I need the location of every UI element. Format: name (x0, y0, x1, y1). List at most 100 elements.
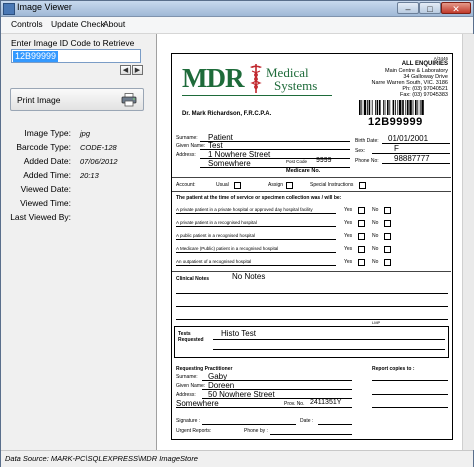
retrieve-label: Enter Image ID Code to Retrieve (11, 38, 135, 48)
question-line (176, 252, 336, 253)
divider (172, 191, 451, 192)
address-label: Address: (176, 152, 196, 158)
checkbox (384, 207, 391, 214)
patient-birth-date: 01/01/2001 (388, 134, 429, 143)
patient-suburb: Somewhere (208, 159, 251, 168)
checkbox (384, 233, 391, 240)
image-type-label: Image Type: (24, 128, 71, 138)
logo-systems-text: Systems (274, 78, 318, 93)
question-text: A Medicare (Public) patient in a recogni… (176, 246, 279, 251)
patient-postcode: 9999 (316, 157, 332, 164)
practitioner-address: 50 Nowhere Street (208, 390, 275, 399)
clinical-notes-value: No Notes (232, 272, 266, 281)
tests-requested-label: Tests Requested (178, 331, 204, 343)
account-assign: Assign (268, 182, 284, 188)
report-copies-label: Report copies to : (372, 366, 415, 372)
signature-label: Signature : (176, 418, 201, 424)
lab-enquiries: ALL ENQUIRIES (401, 61, 448, 67)
last-viewed-by-label: Last Viewed By: (10, 212, 71, 222)
minimize-button[interactable]: – (397, 2, 419, 14)
yes-label: Yes (344, 233, 353, 239)
added-time-label: Added Time: (23, 170, 71, 180)
question-line (176, 265, 336, 266)
checkbox (358, 207, 365, 214)
pathology-request-form: MDR Medical Systems Dr. Mark Richardson,… (171, 53, 453, 440)
practitioner-given: Doreen (208, 381, 235, 390)
practitioner-suburb: Somewhere (176, 399, 219, 408)
phone-label: Phone No: (355, 158, 379, 164)
doctor-name: Dr. Mark Richardson, F.R.C.P.A. (182, 111, 272, 117)
provider-no-label: Prov. No. (284, 401, 305, 407)
req-address-label: Address: (176, 392, 196, 398)
practitioner-surname: Gaby (208, 372, 228, 381)
birth-date-line (382, 143, 450, 144)
question-text: A public patient in a recognised hospita… (176, 233, 256, 238)
checkbox (234, 182, 241, 189)
close-button[interactable]: ✕ (441, 2, 471, 14)
question-text: A private patient in a recognised hospit… (176, 220, 257, 225)
barcode-id-text: 12B99999 (368, 116, 423, 128)
question-text: A private patient in a private hospital … (176, 207, 313, 212)
lmp-label: LMP (372, 320, 381, 325)
image-id-input[interactable]: 12B99999 (11, 49, 141, 63)
logo-mdr-text: MDR (182, 63, 244, 93)
phone-line (382, 163, 450, 164)
report-copy-line (372, 380, 448, 381)
account-usual: Usual (216, 182, 229, 188)
notes-line (176, 306, 448, 307)
req-given-label: Given Name: (176, 383, 206, 389)
clinical-notes-label: Clinical Notes (176, 276, 210, 282)
question-line (176, 226, 336, 227)
title-bar[interactable]: Image Viewer – □ ✕ (1, 1, 473, 17)
menu-controls[interactable]: Controls (11, 19, 43, 29)
date-label: Date : (300, 418, 314, 424)
checkbox (358, 246, 365, 253)
menu-update-check[interactable]: Update Check (51, 19, 105, 29)
no-label: No (372, 233, 379, 239)
surname-label: Surname: (176, 135, 198, 141)
req-surname-label: Surname: (176, 374, 198, 380)
notes-line (176, 293, 448, 294)
checkbox (358, 220, 365, 227)
added-date-value: 07/06/2012 (80, 157, 118, 166)
added-time-value: 20:13 (80, 171, 99, 180)
patient-address: 1 Nowhere Street (208, 150, 271, 159)
patient-sex: F (394, 144, 399, 153)
yes-label: Yes (344, 246, 353, 252)
yes-label: Yes (344, 207, 353, 213)
image-viewer-window: Image Viewer – □ ✕ Controls Update Check… (0, 0, 474, 467)
medicare-label: Medicare No. (286, 168, 321, 174)
divider (172, 271, 451, 272)
vertical-scrollbar[interactable] (462, 34, 474, 450)
checkbox (384, 246, 391, 253)
phone-by-line (270, 434, 352, 435)
barcode-type-label: Barcode Type: (16, 142, 71, 152)
report-copy-line (372, 394, 448, 395)
menu-about[interactable]: About (103, 19, 125, 29)
print-image-button[interactable]: Print Image (10, 88, 144, 111)
status-bar: Data Source: MARK-PC\SQLEXPRESS\MDR Imag… (1, 450, 473, 467)
patient-phone: 98887777 (394, 154, 430, 163)
checkbox (359, 182, 366, 189)
caduceus-icon (250, 64, 262, 93)
patient-given: Test (208, 141, 223, 150)
checkbox (286, 182, 293, 189)
checkbox (358, 233, 365, 240)
viewed-date-label: Viewed Date: (20, 184, 71, 194)
previous-button[interactable]: ◀ (120, 65, 131, 75)
tests-requested-value: Histo Test (221, 329, 256, 338)
maximize-button[interactable]: □ (419, 2, 441, 14)
no-label: No (372, 220, 379, 226)
question-line (176, 213, 336, 214)
patient-status-question: The patient at the time of service or sp… (176, 195, 342, 201)
postcode-label: Post Code (286, 159, 308, 164)
checkbox (384, 259, 391, 266)
checkbox (384, 220, 391, 227)
document-image-view[interactable]: MDR Medical Systems Dr. Mark Richardson,… (156, 34, 462, 450)
phone-by-label: Phone by : (244, 428, 268, 434)
yes-label: Yes (344, 220, 353, 226)
menu-bar: Controls Update Check About (1, 17, 473, 34)
checkbox (358, 259, 365, 266)
report-copy-line (372, 407, 448, 408)
next-button[interactable]: ▶ (132, 65, 143, 75)
